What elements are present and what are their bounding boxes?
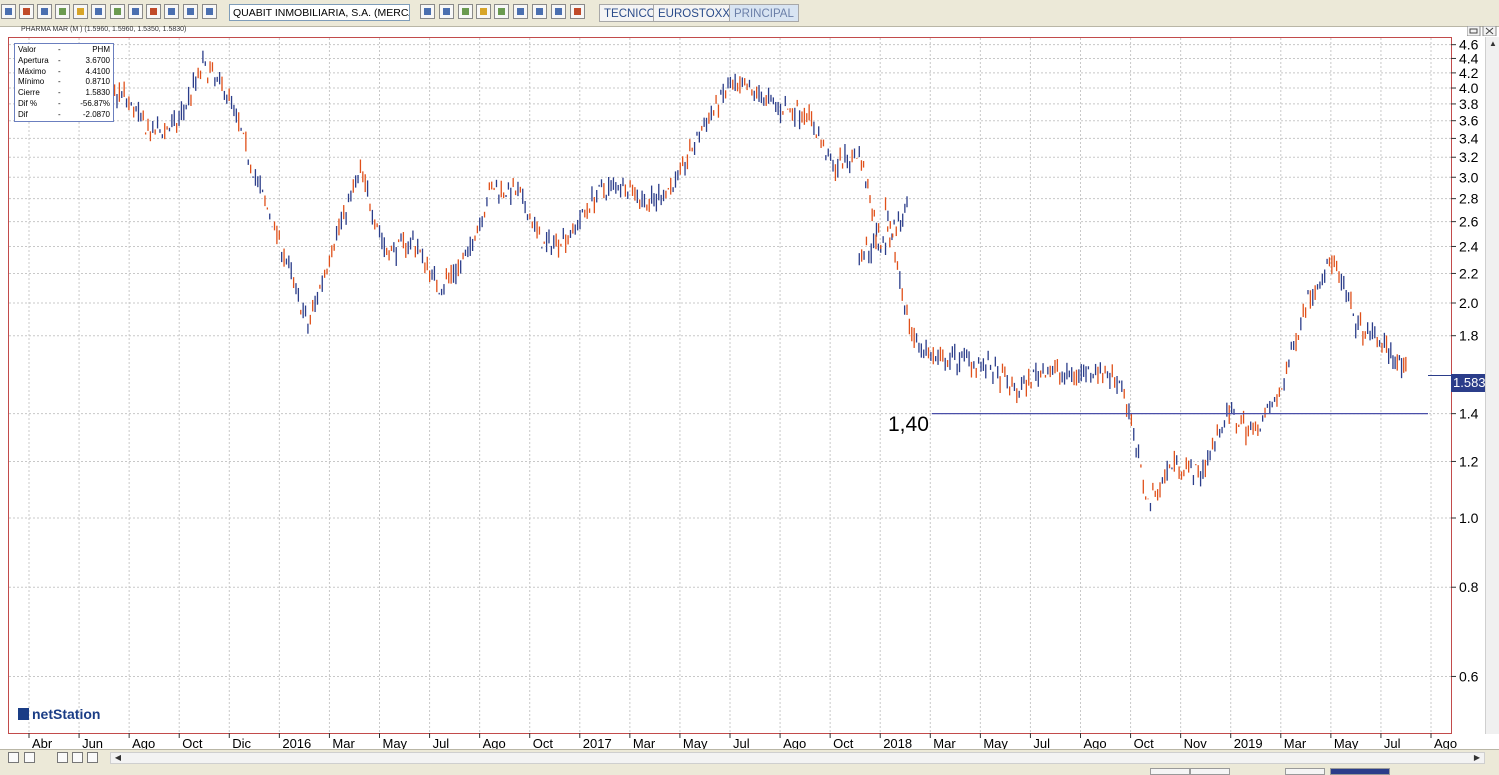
- scroll-left-icon[interactable]: ◀: [112, 753, 124, 763]
- y-tick-label: 3.2: [1459, 149, 1479, 165]
- bar-chart-icon[interactable]: [420, 4, 435, 19]
- print-icon[interactable]: [55, 4, 70, 19]
- y-tick-label: 1.0: [1459, 510, 1479, 526]
- y-tick-label: 2.2: [1459, 265, 1479, 281]
- y-tick-label: 3.6: [1459, 113, 1479, 129]
- info-row-minimo: Mínimo -0.8710: [18, 77, 110, 87]
- indicator-icon[interactable]: [183, 4, 198, 19]
- netstation-logo: netStation: [18, 706, 100, 722]
- tree-icon[interactable]: [110, 4, 125, 19]
- chart-header: PHARMA MAR (M ) (1.5960, 1.5960, 1.5350,…: [21, 26, 187, 33]
- zoom-fit-icon[interactable]: [87, 752, 98, 763]
- crosshair-icon[interactable]: [551, 4, 566, 19]
- compare-icon[interactable]: [439, 4, 454, 19]
- window-buttons[interactable]: [1467, 26, 1497, 36]
- copy-icon[interactable]: [91, 4, 106, 19]
- y-tick-label: 3.0: [1459, 169, 1479, 185]
- settings-icon[interactable]: [202, 4, 217, 19]
- layout-icon[interactable]: [24, 752, 35, 763]
- scroll-up-icon[interactable]: ▲: [1487, 39, 1499, 49]
- zoom-out-icon[interactable]: [72, 752, 83, 763]
- ohlc-info-box: Valor - PHM Apertura -3.6700 Máximo -4.4100 …: [14, 43, 114, 122]
- volume-icon[interactable]: [494, 4, 509, 19]
- y-tick-label: 0.6: [1459, 668, 1479, 684]
- horizontal-scrollbar[interactable]: ◀ ▶: [110, 752, 1485, 764]
- pencil-icon[interactable]: [128, 4, 143, 19]
- bottom-bar: ◀ ▶: [0, 749, 1499, 767]
- netstation-logo-icon: [18, 708, 29, 720]
- info-row-cierre: Cierre -1.5830: [18, 88, 110, 98]
- y-tick-label: 3.4: [1459, 130, 1479, 146]
- toolbar: QUABIT INMOBILIARIA, S.A. (MERCADO CON T…: [0, 0, 1499, 27]
- zoom-in-icon[interactable]: [57, 752, 68, 763]
- tab-eurostoxx[interactable]: EUROSTOXX: [653, 4, 735, 22]
- settings-small-icon[interactable]: [8, 752, 19, 763]
- status-panel: [1330, 768, 1390, 775]
- status-panel: [1150, 768, 1190, 775]
- y-tick-label: 4.4: [1459, 50, 1479, 66]
- area-chart-icon[interactable]: [476, 4, 491, 19]
- folder-icon[interactable]: [73, 4, 88, 19]
- info-row-dif-pct: Dif % - -56.87%: [18, 98, 110, 108]
- symbol-input[interactable]: QUABIT INMOBILIARIA, S.A. (MERCADO CON: [229, 4, 410, 21]
- cursor-icon[interactable]: [570, 4, 585, 19]
- chart-frame: [8, 37, 1452, 734]
- y-tick-label: 2.4: [1459, 238, 1479, 254]
- info-row-valor: Valor - PHM: [18, 45, 110, 54]
- y-tick-label: 4.0: [1459, 80, 1479, 96]
- y-tick-label: 1.2: [1459, 453, 1479, 469]
- y-tick-label: 2.8: [1459, 191, 1479, 207]
- vertical-scrollbar[interactable]: ▲: [1485, 37, 1499, 734]
- status-panel: [1190, 768, 1230, 775]
- y-tick-label: 0.8: [1459, 579, 1479, 595]
- grid-icon[interactable]: [532, 4, 547, 19]
- info-row-maximo: Máximo -4.4100: [18, 66, 110, 76]
- y-tick-label: 4.6: [1459, 37, 1479, 53]
- support-level-label: 1,40: [888, 413, 929, 436]
- info-row-dif: Dif - -2.0870: [18, 109, 110, 119]
- scroll-right-icon[interactable]: ▶: [1471, 753, 1483, 763]
- y-tick-label: 2.6: [1459, 214, 1479, 230]
- zoom-icon[interactable]: [513, 4, 528, 19]
- new-chart-icon[interactable]: [1, 4, 16, 19]
- open-icon[interactable]: [19, 4, 34, 19]
- line-chart-icon[interactable]: [458, 4, 473, 19]
- palette-icon[interactable]: [146, 4, 161, 19]
- y-tick-label: 1.4: [1459, 406, 1479, 422]
- y-tick-label: 3.8: [1459, 96, 1479, 112]
- tab-tecnico[interactable]: TECNICO: [599, 4, 661, 22]
- tab-principal[interactable]: PRINCIPAL: [729, 4, 799, 22]
- save-icon[interactable]: [37, 4, 52, 19]
- info-row-apertura: Apertura -3.6700: [18, 55, 110, 65]
- y-tick-label: 2.0: [1459, 295, 1479, 311]
- status-bar: [0, 767, 1499, 775]
- y-tick-label: 4.2: [1459, 65, 1479, 81]
- y-tick-label: 1.8: [1459, 328, 1479, 344]
- text-icon[interactable]: [164, 4, 179, 19]
- status-panel: [1285, 768, 1325, 775]
